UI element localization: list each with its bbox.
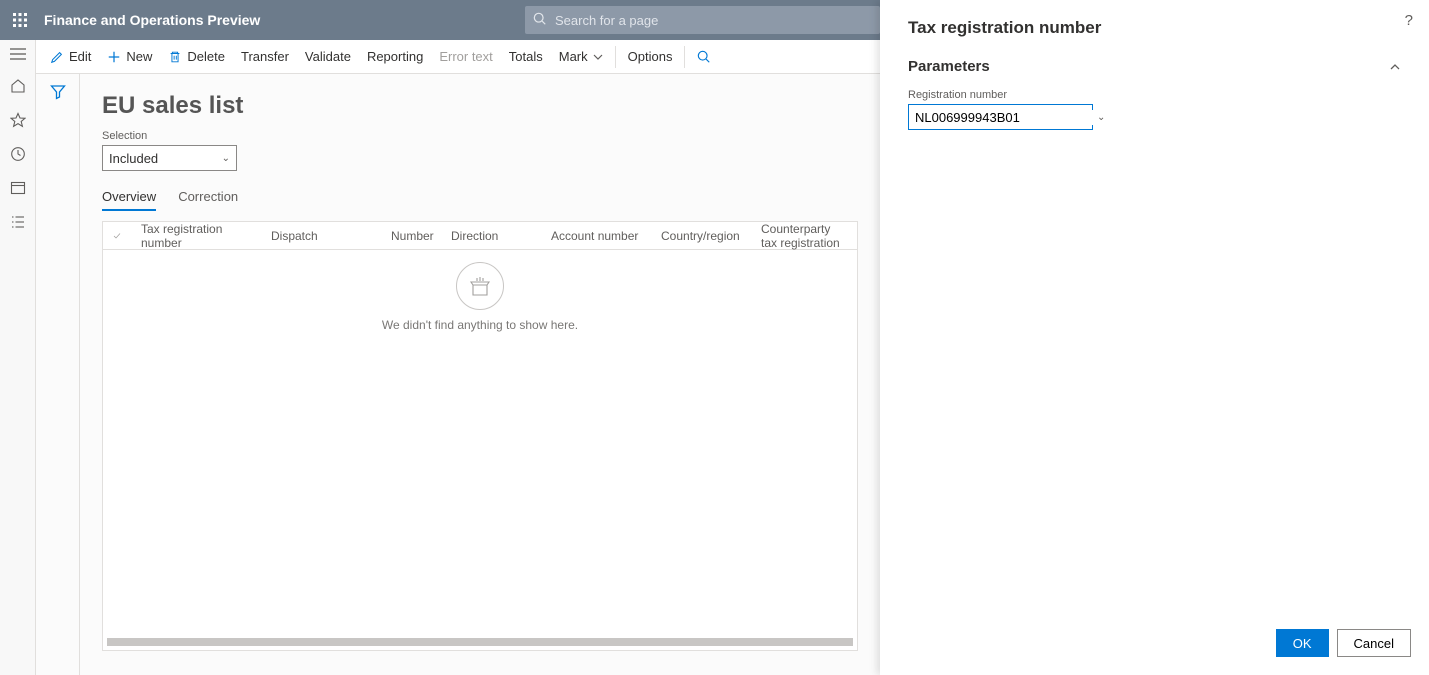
delete-label: Delete <box>187 49 225 64</box>
section-parameters-label: Parameters <box>908 58 990 75</box>
dialog-footer: OK Cancel <box>880 613 1429 675</box>
new-button[interactable]: New <box>99 43 160 71</box>
reporting-button[interactable]: Reporting <box>359 43 431 71</box>
options-label: Options <box>628 49 673 64</box>
section-parameters-header[interactable]: Parameters <box>880 48 1429 85</box>
totals-label: Totals <box>509 49 543 64</box>
empty-state-icon <box>456 262 504 310</box>
page-title: EU sales list <box>102 92 858 120</box>
ok-button[interactable]: OK <box>1276 629 1329 657</box>
recent-icon[interactable] <box>10 146 26 162</box>
col-account-number[interactable]: Account number <box>541 229 651 243</box>
mark-button[interactable]: Mark <box>551 43 611 71</box>
app-title: Finance and Operations Preview <box>40 12 260 28</box>
main-content: EU sales list Selection Included ⌄ Overv… <box>80 74 880 675</box>
find-button[interactable] <box>689 43 719 71</box>
grid: Tax registration number Dispatch Number … <box>102 221 858 651</box>
registration-number-label: Registration number <box>908 89 1401 101</box>
trash-icon <box>168 50 182 64</box>
dialog-header: Tax registration number <box>880 0 1429 48</box>
modules-icon[interactable] <box>10 214 26 230</box>
empty-state-text: We didn't find anything to show here. <box>103 318 857 332</box>
help-icon[interactable]: ? <box>1405 12 1413 29</box>
tab-overview[interactable]: Overview <box>102 189 156 211</box>
chevron-down-icon[interactable]: ⌄ <box>1097 112 1105 123</box>
registration-number-input[interactable] <box>909 110 1097 125</box>
search-wrap <box>525 6 880 34</box>
chevron-up-icon <box>1389 61 1401 73</box>
section-parameters-body: Registration number ⌄ <box>880 85 1429 134</box>
filter-column <box>36 74 80 675</box>
command-bar: Edit New Delete Transfer Validate Report… <box>36 40 880 74</box>
totals-button[interactable]: Totals <box>501 43 551 71</box>
col-tax-reg-no[interactable]: Tax registration number <box>131 222 261 250</box>
cancel-button[interactable]: Cancel <box>1337 629 1411 657</box>
home-icon[interactable] <box>10 78 26 94</box>
registration-number-field[interactable]: ⌄ <box>908 104 1093 130</box>
edit-label: Edit <box>69 49 91 64</box>
selection-label: Selection <box>102 130 858 142</box>
error-text-label: Error text <box>439 49 492 64</box>
left-nav-rail <box>0 40 36 675</box>
separator <box>615 46 616 68</box>
star-icon[interactable] <box>10 112 26 128</box>
horizontal-scrollbar[interactable] <box>107 638 853 646</box>
options-button[interactable]: Options <box>620 43 681 71</box>
empty-state: We didn't find anything to show here. <box>103 262 857 332</box>
edit-button[interactable]: Edit <box>42 43 99 71</box>
hamburger-icon[interactable] <box>0 48 36 60</box>
chevron-down-icon: ⌄ <box>222 153 230 164</box>
error-text-button: Error text <box>431 43 500 71</box>
app-launcher-icon[interactable] <box>0 0 40 40</box>
search-icon <box>697 50 711 64</box>
col-dispatch[interactable]: Dispatch <box>261 229 381 243</box>
select-all-checkbox[interactable] <box>103 229 131 243</box>
col-country-region[interactable]: Country/region <box>651 229 751 243</box>
delete-button[interactable]: Delete <box>160 43 233 71</box>
selection-dropdown[interactable]: Included ⌄ <box>102 145 237 171</box>
chevron-down-icon <box>593 52 603 62</box>
col-number[interactable]: Number <box>381 229 441 243</box>
col-counterparty[interactable]: Counterparty tax registration <box>751 222 857 250</box>
tabs: Overview Correction <box>102 189 858 211</box>
search-input[interactable] <box>525 6 880 34</box>
mark-label: Mark <box>559 49 588 64</box>
pencil-icon <box>50 50 64 64</box>
search-icon <box>533 12 547 26</box>
validate-label: Validate <box>305 49 351 64</box>
transfer-button[interactable]: Transfer <box>233 43 297 71</box>
separator <box>684 46 685 68</box>
reporting-label: Reporting <box>367 49 423 64</box>
selection-value: Included <box>109 151 158 166</box>
grid-header: Tax registration number Dispatch Number … <box>103 222 857 250</box>
new-label: New <box>126 49 152 64</box>
filter-icon[interactable] <box>50 84 66 675</box>
plus-icon <box>107 50 121 64</box>
dialog-title: Tax registration number <box>908 18 1401 38</box>
col-direction[interactable]: Direction <box>441 229 541 243</box>
transfer-label: Transfer <box>241 49 289 64</box>
workspaces-icon[interactable] <box>10 180 26 196</box>
tab-correction[interactable]: Correction <box>178 189 238 211</box>
validate-button[interactable]: Validate <box>297 43 359 71</box>
dialog-panel: ? Tax registration number Parameters Reg… <box>880 0 1429 675</box>
